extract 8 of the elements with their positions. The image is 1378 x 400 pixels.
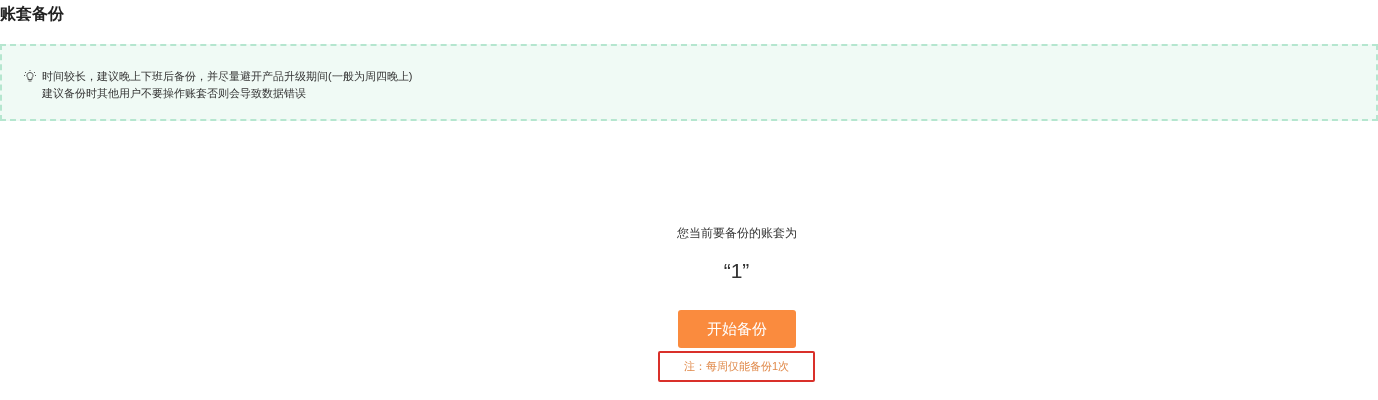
note-text: 注：每周仅能备份1次: [683, 359, 790, 375]
page-title: 账套备份: [0, 4, 64, 24]
tip-text: 时间较长，建议晚上下班后备份，并尽量避开产品升级期间(一般为周四晚上): [42, 69, 413, 84]
prompt-text: 您当前要备份的账套为: [676, 225, 797, 241]
start-backup-button[interactable]: 开始备份: [677, 310, 796, 348]
account-name: “1”: [723, 259, 750, 283]
lightbulb-icon: [24, 70, 36, 83]
tip-text: 建议备份时其他用户不要操作账套否则会导致数据错误: [42, 86, 306, 101]
